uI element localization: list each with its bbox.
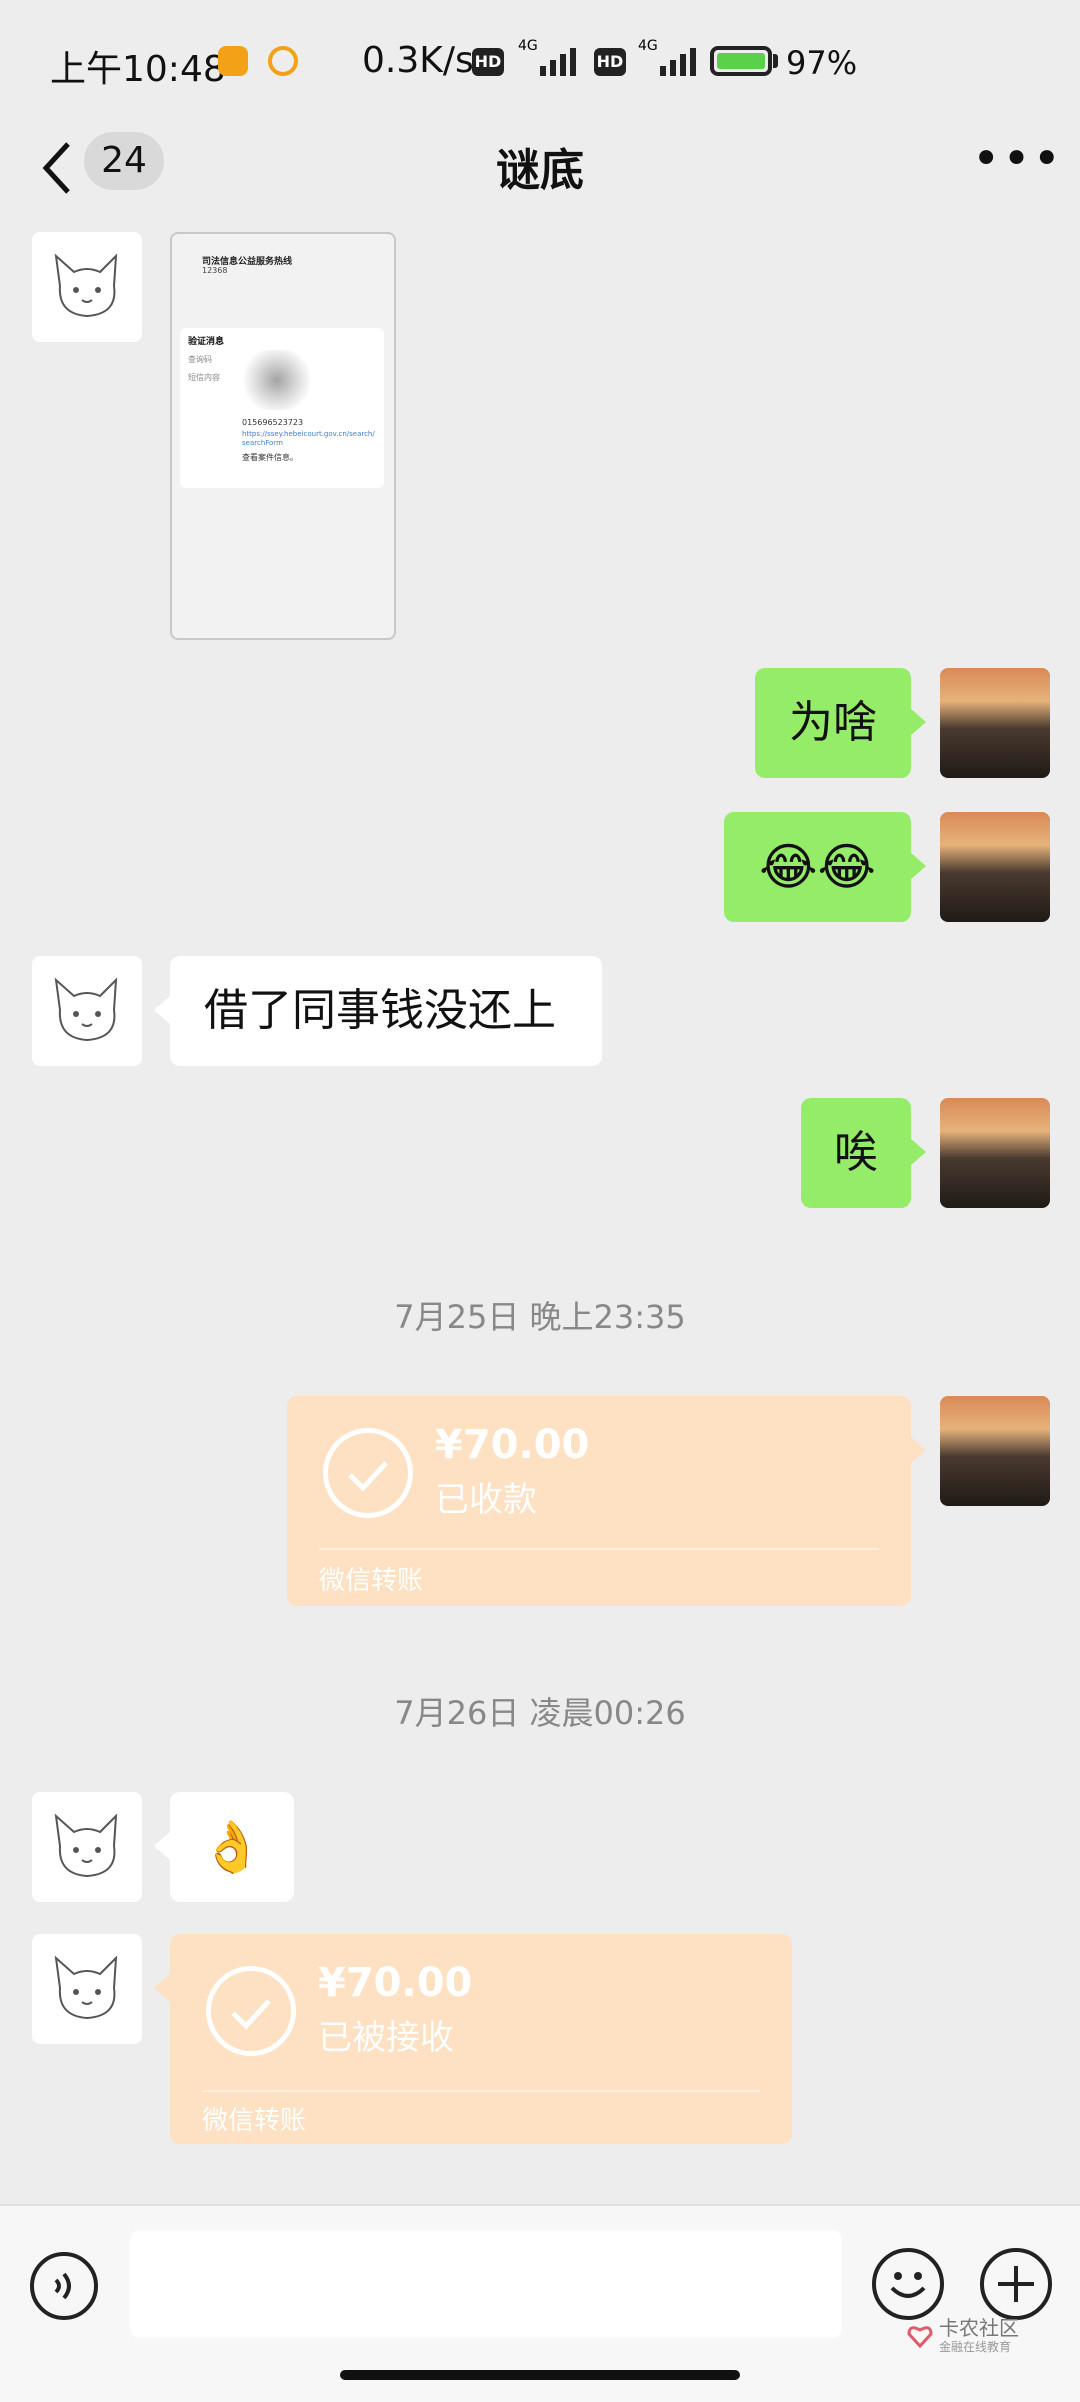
- home-indicator[interactable]: [340, 2370, 740, 2380]
- network-speed: 0.3K/s: [362, 40, 474, 81]
- screenshot-card: 验证消息 查询码 短信内容 015696523723 https://ssey.…: [180, 328, 384, 488]
- bubble-tail: [154, 996, 170, 1024]
- transfer-amount: ¥70.00: [435, 1422, 590, 1468]
- contact-avatar[interactable]: [32, 1934, 142, 2044]
- battery-icon: [710, 46, 772, 76]
- watermark-subtitle: 金融在线教育: [939, 2340, 1012, 2354]
- voice-input-button[interactable]: [30, 2252, 98, 2320]
- chat-header: 24 谜底 •••: [0, 120, 1080, 220]
- screenshot-code: 015696523723: [242, 418, 304, 427]
- cat-avatar-icon: [54, 1813, 118, 1878]
- bubble-tail: [910, 1436, 926, 1464]
- more-options-icon[interactable]: •••: [972, 134, 1061, 194]
- contact-avatar[interactable]: [32, 232, 142, 342]
- blurred-region: [242, 350, 312, 410]
- self-avatar[interactable]: [940, 1396, 1050, 1506]
- battery-cap: [773, 54, 778, 68]
- screenshot-statusbar: [172, 234, 394, 244]
- chat-title: 谜底: [496, 145, 584, 196]
- bubble-tail: [910, 708, 926, 736]
- cat-avatar-icon: [54, 1955, 118, 2020]
- status-bar: 上午10:48 0.3K/s HD 4G HD 4G 97%: [0, 0, 1080, 120]
- screenshot-link: https://ssey.hebeicourt.gov.cn/search/se…: [242, 430, 375, 447]
- transfer-amount: ¥70.00: [318, 1960, 473, 2006]
- transfer-label: 微信转账: [319, 1566, 424, 1596]
- status-time: 上午10:48: [50, 49, 226, 90]
- screenshot-row1: 查询码: [188, 355, 212, 364]
- hd-icon-2: HD: [594, 48, 626, 76]
- screenshot-app-number: 12368: [202, 266, 228, 275]
- bubble-tail: [154, 1974, 170, 2002]
- timestamp: 7月26日 凌晨00:26: [394, 1694, 686, 1732]
- check-circle-icon: [206, 1966, 296, 2056]
- watermark: 卡农社区 金融在线教育: [905, 2312, 1065, 2362]
- bubble-tail: [910, 852, 926, 880]
- bubble-tail: [910, 1138, 926, 1166]
- signal-label-2: 4G: [638, 38, 658, 54]
- transfer-card-accepted[interactable]: ¥70.00 已被接收 微信转账: [170, 1934, 792, 2144]
- bubble-tail: [154, 1832, 170, 1860]
- screenshot-tail: 查看案件信息。: [242, 453, 298, 462]
- voice-icon: [54, 2272, 71, 2300]
- emoji-button[interactable]: [872, 2248, 944, 2320]
- divider: [202, 2090, 760, 2092]
- self-avatar[interactable]: [940, 668, 1050, 778]
- notification-app-icon: [218, 46, 248, 76]
- contact-avatar[interactable]: [32, 1792, 142, 1902]
- sent-message[interactable]: 为啥: [755, 668, 911, 778]
- watermark-logo-icon: [907, 2326, 933, 2349]
- cat-avatar-icon: [54, 253, 118, 318]
- message-input[interactable]: [130, 2230, 842, 2338]
- screenshot-section: 验证消息: [188, 337, 225, 347]
- smiley-icon: [890, 2272, 926, 2298]
- transfer-status: 已被接收: [318, 2018, 454, 2058]
- transfer-label: 微信转账: [202, 2106, 307, 2136]
- signal-icon: 4G: [518, 38, 576, 76]
- more-functions-button[interactable]: [980, 2248, 1052, 2320]
- received-emoji-message[interactable]: 👌: [170, 1792, 294, 1902]
- self-avatar[interactable]: [940, 1098, 1050, 1208]
- contact-avatar[interactable]: [32, 956, 142, 1066]
- hd-icon: HD: [472, 48, 504, 76]
- check-circle-icon: [323, 1428, 413, 1518]
- notification-ring-icon: [268, 46, 298, 76]
- sent-message[interactable]: 唉: [801, 1098, 911, 1208]
- divider: [319, 1548, 879, 1550]
- screenshot-row2: 短信内容: [188, 373, 220, 382]
- self-avatar[interactable]: [940, 812, 1050, 922]
- signal-label: 4G: [518, 38, 538, 54]
- plus-icon: [998, 2266, 1034, 2302]
- transfer-status: 已收款: [435, 1480, 537, 1520]
- received-message[interactable]: 借了同事钱没还上: [170, 956, 602, 1066]
- timestamp: 7月25日 晚上23:35: [394, 1298, 686, 1336]
- shared-screenshot-image[interactable]: 司法信息公益服务热线 12368 验证消息 查询码 短信内容 015696523…: [170, 232, 396, 640]
- cat-avatar-icon: [54, 977, 118, 1042]
- transfer-card-received[interactable]: ¥70.00 已收款 微信转账: [287, 1396, 911, 1606]
- sent-emoji-message[interactable]: 😂😂: [724, 812, 911, 922]
- battery-percent: 97%: [786, 44, 858, 82]
- watermark-title: 卡农社区: [939, 2316, 1019, 2340]
- signal-icon-2: 4G: [638, 38, 696, 76]
